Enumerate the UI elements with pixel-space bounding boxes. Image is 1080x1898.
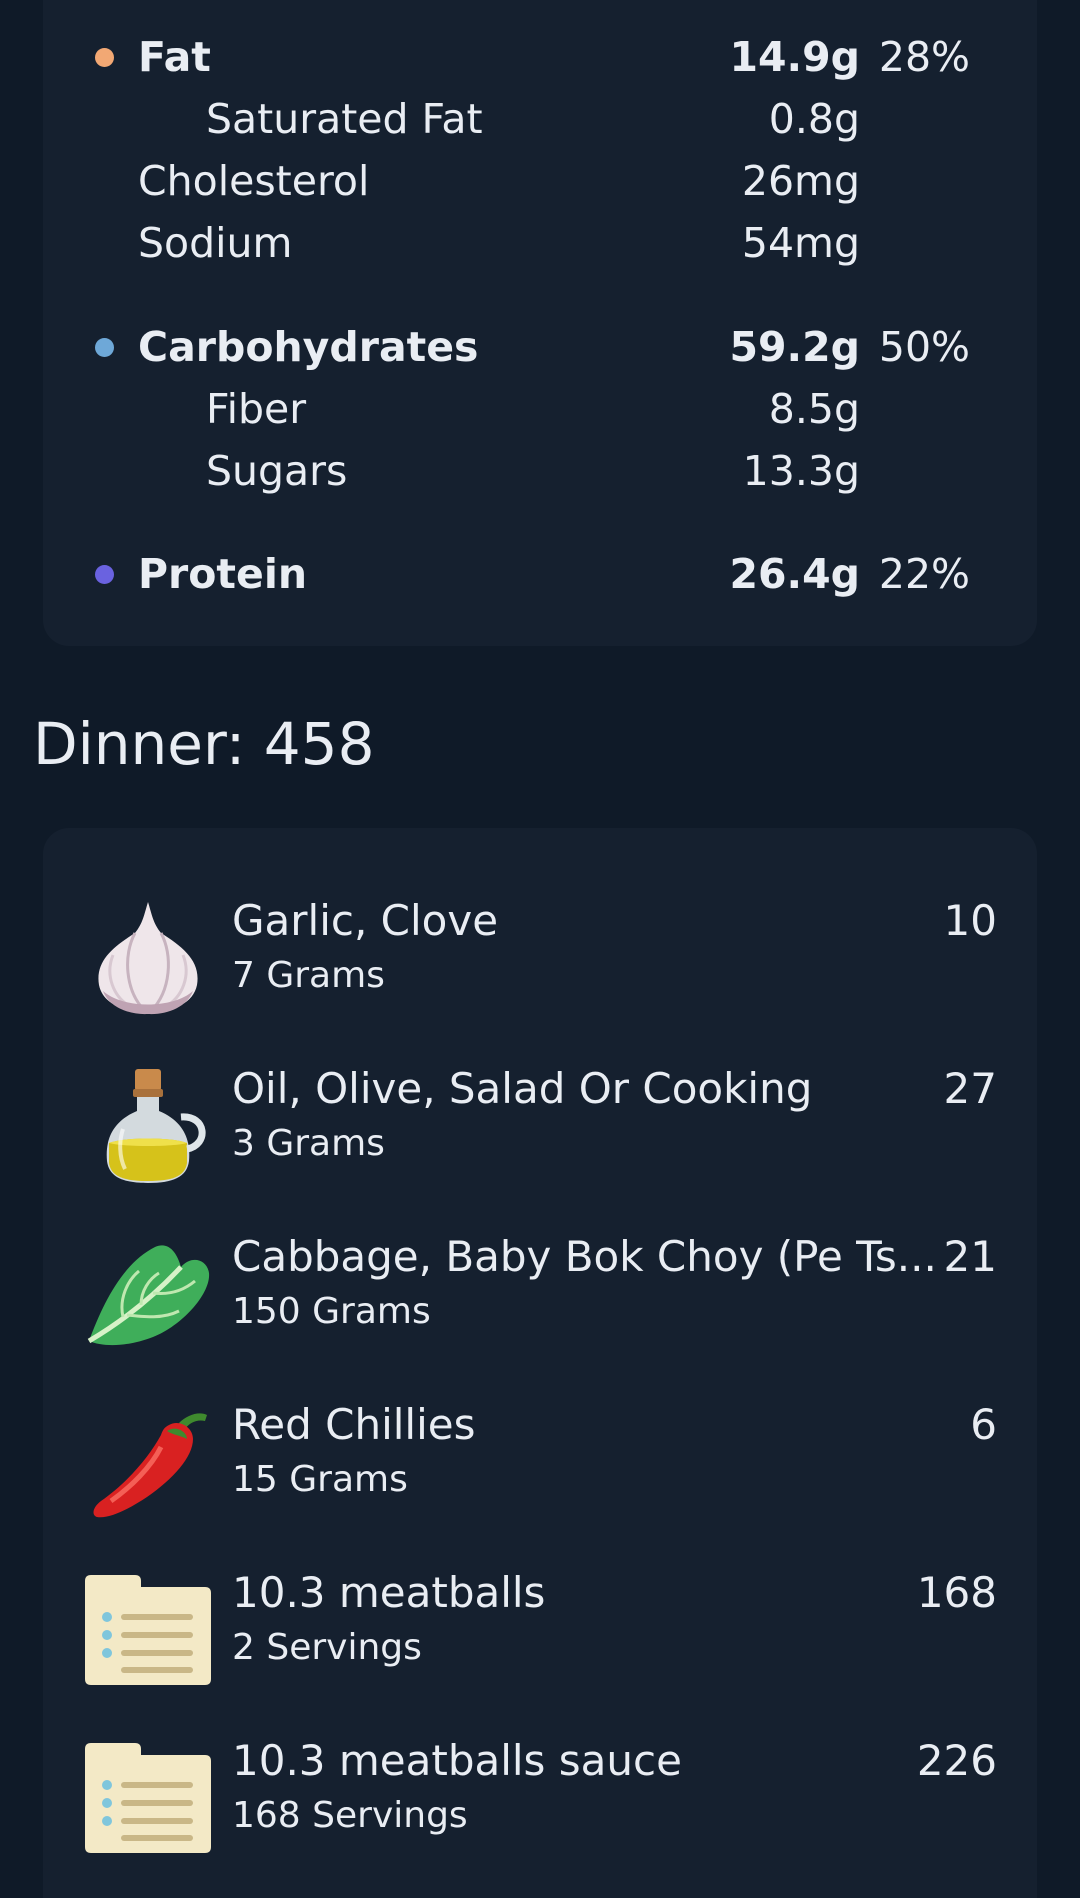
food-calories: 168	[916, 1568, 997, 1617]
nutrient-label: Sodium	[138, 219, 293, 267]
nutrient-amount: 26.4g	[729, 550, 860, 598]
food-name: 10.3 meatballs sauce	[232, 1736, 682, 1785]
nutrient-row-sugars: Sugars 13.3g	[43, 444, 1037, 498]
nutrient-label: Fat	[138, 33, 211, 81]
carbohydrates-legend-dot	[95, 338, 114, 357]
food-name: 10.3 meatballs	[232, 1568, 546, 1617]
nutrient-row-fiber: Fiber 8.5g	[43, 382, 1037, 436]
chili-pepper-icon	[83, 1401, 213, 1521]
fat-legend-dot	[95, 48, 114, 67]
food-item-bok-choy[interactable]: Cabbage, Baby Bok Choy (Pe Ts... 150 Gra…	[43, 1228, 1037, 1368]
food-name: Cabbage, Baby Bok Choy (Pe Ts...	[232, 1232, 937, 1281]
food-calories: 6	[970, 1400, 997, 1449]
recipe-card-icon	[83, 1737, 213, 1857]
food-item-meatballs[interactable]: 10.3 meatballs 2 Servings 168	[43, 1564, 1037, 1704]
food-calories: 27	[943, 1064, 997, 1113]
food-quantity: 168 Servings	[232, 1795, 468, 1836]
nutrient-percent: 28%	[878, 33, 970, 81]
nutrient-amount: 54mg	[741, 219, 860, 267]
food-item-garlic[interactable]: Garlic, Clove 7 Grams 10	[43, 892, 1037, 1032]
nutrient-row-fat: Fat 14.9g 28%	[43, 30, 1037, 84]
nutrient-amount: 59.2g	[729, 323, 860, 371]
nutrient-amount: 13.3g	[742, 447, 860, 495]
nutrient-amount: 0.8g	[768, 95, 860, 143]
nutrient-amount: 14.9g	[729, 33, 860, 81]
nutrient-label: Cholesterol	[138, 157, 370, 205]
nutrient-label: Saturated Fat	[206, 95, 483, 143]
nutrient-row-sodium: Sodium 54mg	[43, 216, 1037, 270]
food-quantity: 3 Grams	[232, 1123, 385, 1164]
nutrient-amount: 26mg	[741, 157, 860, 205]
food-calories: 10	[943, 896, 997, 945]
food-quantity: 2 Servings	[232, 1627, 422, 1668]
nutrient-label: Fiber	[206, 385, 307, 433]
olive-oil-icon	[83, 1065, 213, 1185]
food-item-olive-oil[interactable]: Oil, Olive, Salad Or Cooking 3 Grams 27	[43, 1060, 1037, 1200]
food-name: Red Chillies	[232, 1400, 476, 1449]
nutrient-label: Sugars	[206, 447, 348, 495]
food-name: Garlic, Clove	[232, 896, 499, 945]
food-quantity: 150 Grams	[232, 1291, 431, 1332]
nutrient-percent: 22%	[878, 550, 970, 598]
food-item-meatballs-sauce[interactable]: 10.3 meatballs sauce 168 Servings 226	[43, 1732, 1037, 1872]
meal-title-dinner[interactable]: Dinner: 458	[33, 706, 375, 782]
leafy-green-icon	[83, 1233, 213, 1353]
nutrient-amount: 8.5g	[768, 385, 860, 433]
nutrient-label: Protein	[138, 550, 308, 598]
food-item-red-chillies[interactable]: Red Chillies 15 Grams 6	[43, 1396, 1037, 1536]
nutrient-percent: 50%	[878, 323, 970, 371]
food-quantity: 7 Grams	[232, 955, 385, 996]
recipe-card-icon	[83, 1569, 213, 1689]
nutrient-row-carbohydrates: Carbohydrates 59.2g 50%	[43, 320, 1037, 374]
protein-legend-dot	[95, 565, 114, 584]
food-quantity: 15 Grams	[232, 1459, 408, 1500]
nutrient-label: Carbohydrates	[138, 323, 479, 371]
meal-food-list: Garlic, Clove 7 Grams 10 Oil, Olive, Sal…	[43, 828, 1037, 1898]
nutrient-row-protein: Protein 26.4g 22%	[43, 547, 1037, 601]
nutrient-row-cholesterol: Cholesterol 26mg	[43, 154, 1037, 208]
page: Fat 14.9g 28% Saturated Fat 0.8g Cholest…	[0, 0, 1080, 1898]
food-calories: 226	[916, 1736, 997, 1785]
food-calories: 21	[943, 1232, 997, 1281]
nutrient-row-saturated-fat: Saturated Fat 0.8g	[43, 92, 1037, 146]
food-name: Oil, Olive, Salad Or Cooking	[232, 1064, 813, 1113]
garlic-icon	[83, 897, 213, 1017]
nutrition-breakdown-card: Fat 14.9g 28% Saturated Fat 0.8g Cholest…	[43, 0, 1037, 646]
